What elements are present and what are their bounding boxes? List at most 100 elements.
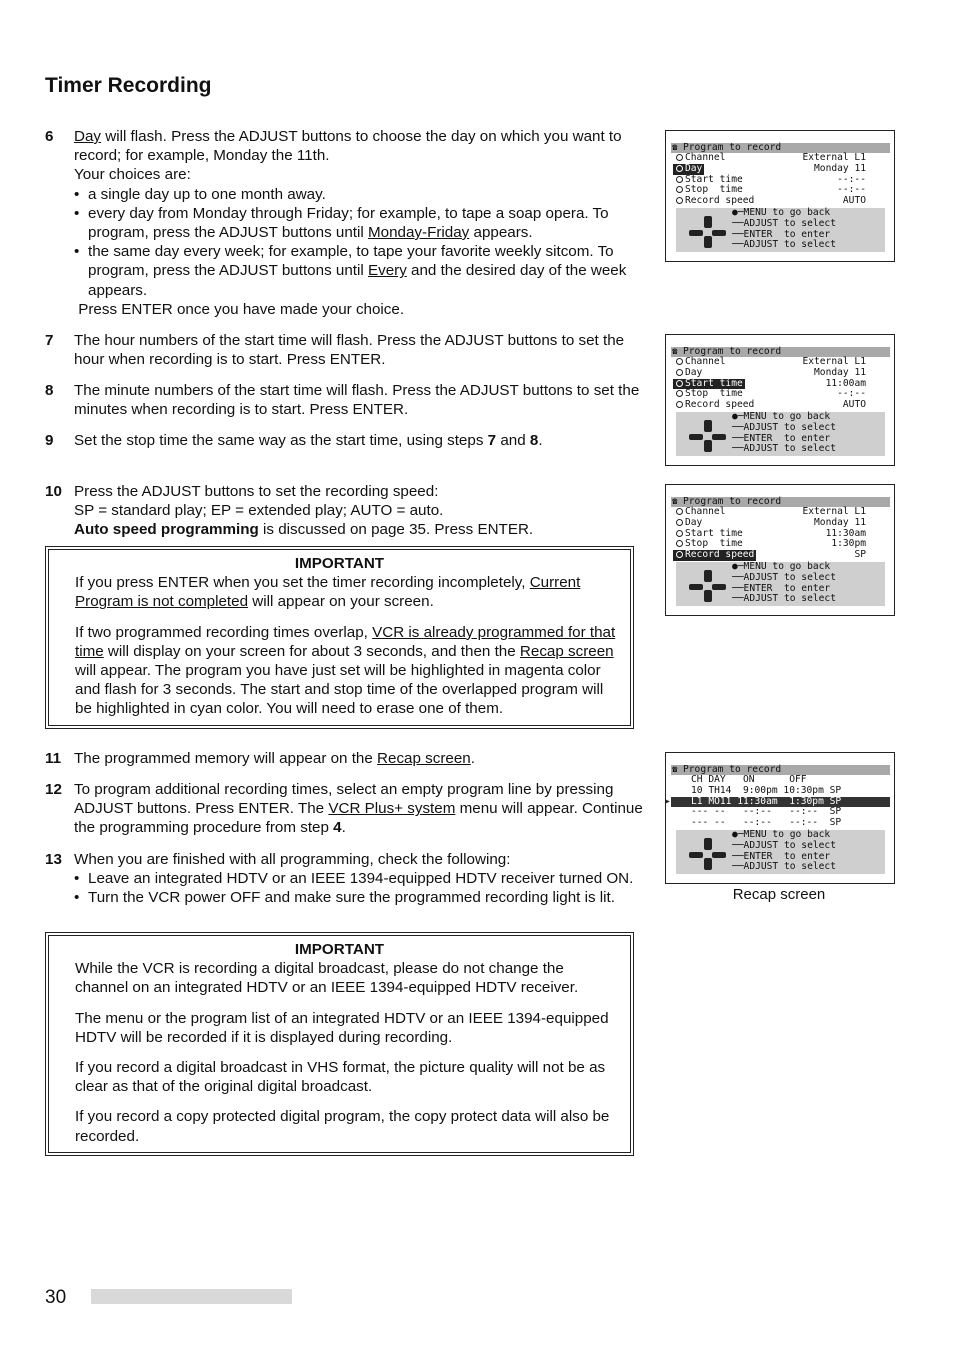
bullet-circle-icon	[676, 401, 683, 409]
osd-recap-screen: ☎ Program to record CH DAY ON OFF 10 TH14…	[665, 752, 895, 884]
bullet-circle-icon	[676, 529, 683, 537]
message-term: Recap screen	[519, 642, 614, 660]
important-paragraph: The menu or the program list of an integ…	[75, 1009, 609, 1046]
osd-item-label: Day	[685, 366, 703, 378]
dpad-icon	[688, 214, 728, 250]
step-text: Day will flash. Press the ADJUST buttons…	[74, 127, 645, 165]
bullet-circle-icon	[676, 186, 683, 194]
page-number: 30	[45, 1287, 67, 1308]
bullet-item: every day from Monday through Friday; fo…	[74, 204, 645, 242]
bullet-circle-icon	[676, 164, 683, 172]
bullet-text: appears.	[469, 224, 533, 242]
term-vcr-plus: VCR Plus+ system	[328, 800, 456, 818]
osd-help-panel: ●─MENU to go back ──ADJUST to select ──ENT…	[676, 207, 885, 252]
bullet-circle-icon	[676, 518, 683, 526]
dpad-segment	[712, 852, 726, 858]
step-text-part: is discussed on page 35. Press ENTER.	[258, 521, 534, 539]
recap-row: 10 TH14 9:00pm 10:30pm SP	[691, 784, 842, 796]
bullet-item: Turn the VCR power OFF and make sure the…	[74, 888, 645, 907]
osd-help-panel: ●─MENU to go back ──ADJUST to select ──ENT…	[676, 561, 885, 606]
phone-icon: ☎	[672, 143, 678, 153]
dpad-segment	[712, 584, 726, 590]
osd-help-line: ──ADJUST to select	[732, 839, 836, 851]
bullet-item: the same day every week; for example, to…	[74, 242, 645, 300]
important-paragraph: If you record a digital broadcast in VHS…	[75, 1059, 606, 1096]
step-text-end: Press ENTER once you have made your choi…	[74, 300, 405, 318]
important-heading: IMPORTANT	[294, 555, 385, 572]
step-text-part: Set the stop time the same way as the st…	[74, 432, 488, 449]
dpad-icon	[688, 418, 728, 454]
step-text: To program additional recording times, s…	[74, 780, 645, 838]
dpad-icon	[688, 836, 728, 872]
step-ref: 7	[487, 432, 497, 449]
step-text: The minute numbers of the start time wil…	[74, 382, 640, 419]
osd-menu: Channel External L1 Day Monday 11 Start time…	[671, 356, 890, 411]
osd-item-value: Monday 11	[814, 162, 866, 174]
step-11: 11 The programmed memory will appear on …	[45, 749, 645, 768]
osd-help-line: ──ADJUST to select	[732, 861, 836, 873]
bullet-circle-icon	[676, 175, 683, 183]
osd-help-panel: ●─MENU to go back ──ADJUST to select ──ENT…	[676, 411, 885, 456]
bullet-circle-icon	[676, 540, 683, 548]
step-number: 13	[45, 851, 62, 868]
term-auto-speed: Auto speed programming	[74, 521, 259, 539]
osd-item-value: AUTO	[842, 195, 866, 207]
recap-row: --- -- --:-- --:-- SP	[691, 817, 842, 829]
dpad-segment	[704, 440, 712, 452]
dpad-segment	[712, 434, 726, 440]
step-12: 12 To program additional recording times…	[45, 780, 645, 838]
osd-help-line: ──ADJUST to select	[732, 239, 836, 251]
step-text: Set the stop time the same way as the st…	[74, 431, 645, 450]
dpad-segment	[704, 236, 712, 248]
osd-help-panel: ●─MENU to go back ──ADJUST to select ──ENT…	[676, 829, 885, 874]
osd-help-line: ──ADJUST to select	[732, 571, 836, 583]
dpad-segment	[704, 570, 712, 582]
footer-bar	[91, 1289, 292, 1304]
speed-definitions: SP = standard play; EP = extended play; …	[74, 502, 444, 520]
osd-screen-record-speed: ☎ Program to record Channel External L1 Day M…	[665, 484, 895, 616]
osd-item-value: AUTO	[842, 399, 866, 411]
bullet-circle-icon	[676, 390, 683, 398]
osd-screen-day: ☎ Program to record Channel External L1 Day M…	[665, 130, 895, 262]
osd-help-line: ──ADJUST to select	[732, 593, 836, 605]
bullet-circle-icon	[676, 368, 683, 376]
bullet-circle-icon	[676, 358, 683, 365]
step-6: 6 Day will flash. Press the ADJUST butto…	[45, 127, 645, 319]
bullet-circle-icon	[676, 197, 683, 205]
step-10: 10 Press the ADJUST buttons to set the r…	[45, 482, 645, 540]
osd-help-line: ──ADJUST to select	[732, 421, 836, 433]
osd-item-label: Day	[685, 516, 703, 528]
step-text: Auto speed programming is discussed on p…	[74, 520, 645, 539]
term-recap-screen: Recap screen	[377, 750, 471, 767]
step-ref: 4	[333, 819, 342, 837]
step-13: 13 When you are finished with all progra…	[45, 850, 645, 908]
osd-item-value: SP	[854, 549, 866, 561]
step-number: 6	[45, 128, 54, 145]
page-title: Timer Recording	[45, 74, 212, 97]
text-part: If two programmed recording times overla…	[75, 623, 373, 641]
osd-menu-item: Record speed AUTO	[671, 195, 890, 207]
osd-menu-item: Day Monday 11	[671, 516, 890, 529]
osd-menu: Channel External L1 Day Monday 11 Start time…	[671, 506, 890, 561]
step-number: 12	[45, 781, 62, 798]
step-text-part: and	[496, 432, 530, 449]
important-paragraph: While the VCR is recording a digital bro…	[75, 960, 579, 997]
step-9: 9 Set the stop time the same way as the …	[45, 431, 645, 450]
term-monday-friday: Monday-Friday	[367, 224, 470, 242]
choices-intro: Your choices are:	[74, 166, 191, 184]
step-7: 7 The hour numbers of the start time wil…	[45, 331, 645, 369]
step-text-part: will flash. Press the ADJUST buttons to …	[74, 128, 622, 165]
recap-table: CH DAY ON OFF 10 TH14 9:00pm 10:30pm SP L…	[665, 774, 890, 829]
step-text: The programmed memory will appear on the…	[74, 749, 645, 768]
important-heading: IMPORTANT	[294, 941, 385, 958]
bullet-circle-icon	[676, 379, 683, 387]
dpad-segment	[689, 584, 703, 590]
bullet-item: Leave an integrated HDTV or an IEEE 1394…	[74, 869, 645, 888]
osd-menu-item: Record speed SP	[671, 549, 890, 561]
dpad-icon	[688, 568, 728, 604]
important-box-2: IMPORTANT While the VCR is recording a d…	[45, 932, 634, 1156]
term-day: Day	[74, 128, 102, 145]
term-every: Every	[367, 262, 407, 280]
dpad-segment	[704, 420, 712, 432]
text-part: will appear. The program you have just s…	[75, 662, 604, 718]
